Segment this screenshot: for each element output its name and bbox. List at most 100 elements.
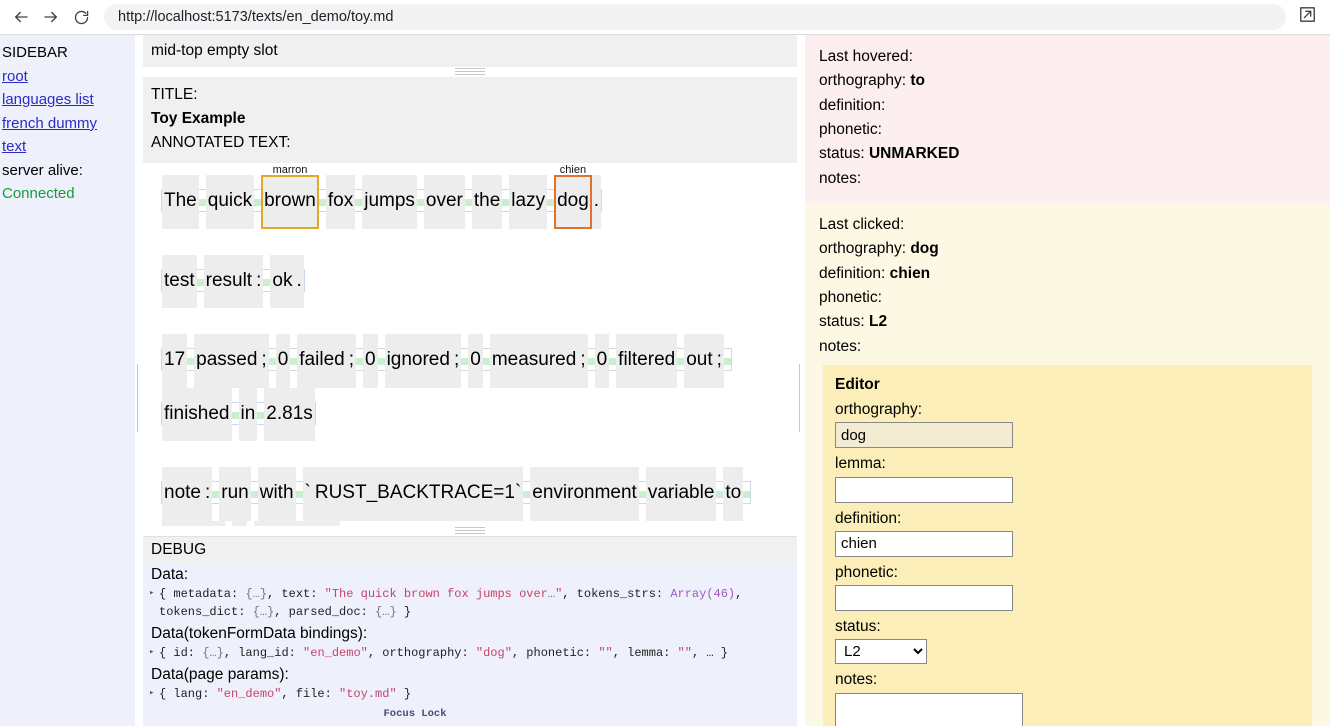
whitespace-token[interactable] (198, 199, 206, 207)
text-token[interactable]: with (257, 467, 296, 521)
whitespace-token[interactable] (290, 358, 298, 366)
whitespace-token[interactable] (254, 199, 262, 207)
text-token[interactable]: variable (645, 467, 717, 521)
text-token[interactable]: in (238, 387, 258, 442)
text-token[interactable]: failed (297, 334, 347, 388)
whitespace-token[interactable] (677, 358, 685, 366)
text-token[interactable]: finished (162, 387, 232, 442)
sidebar-link-text[interactable]: text (2, 135, 131, 159)
reload-button[interactable] (66, 3, 96, 31)
sidebar-link-languages-list[interactable]: languages list (2, 88, 131, 112)
whitespace-token[interactable] (743, 491, 751, 499)
editor-lemma-input[interactable] (835, 476, 1013, 503)
whitespace-token[interactable] (638, 491, 646, 499)
text-token[interactable]: the (471, 175, 503, 229)
text-token[interactable]: marronbraʊn brown (261, 163, 319, 229)
text-token[interactable]: ; (578, 334, 588, 388)
text-token[interactable]: ` (302, 467, 313, 521)
expand-triangle-icon[interactable]: ▸ (149, 685, 159, 702)
whitespace-token[interactable] (587, 358, 595, 366)
whitespace-token[interactable] (416, 199, 424, 207)
text-token[interactable]: 0 (468, 334, 483, 388)
text-token[interactable]: ok (270, 254, 295, 309)
expand-triangle-icon[interactable]: ▸ (149, 644, 159, 661)
editor-status-select[interactable]: UNMARKEDL1L2KNOWNIGNORED (835, 639, 927, 665)
text-token[interactable]: ; (259, 334, 269, 388)
editor-definition-input[interactable] (835, 530, 1013, 557)
whitespace-token[interactable] (716, 491, 724, 499)
text-token[interactable]: 0 (594, 334, 610, 388)
whitespace-token[interactable] (377, 358, 385, 366)
text-token[interactable]: jumps (362, 175, 417, 229)
text-token[interactable]: ; (714, 334, 724, 388)
text-token[interactable]: : (202, 467, 213, 521)
text-token[interactable]: to (723, 467, 744, 521)
text-token[interactable]: out (684, 334, 715, 388)
whitespace-token[interactable] (268, 358, 276, 366)
whitespace-token[interactable] (609, 358, 617, 366)
whitespace-token[interactable] (355, 358, 363, 366)
text-token[interactable]: quick (205, 175, 255, 229)
whitespace-token[interactable] (523, 491, 531, 499)
inspector-splitter[interactable] (797, 35, 805, 726)
whitespace-token[interactable] (295, 491, 303, 499)
text-token[interactable]: 2.81s (264, 387, 315, 442)
text-token[interactable]: note (162, 467, 203, 521)
text-token[interactable]: ; (346, 334, 356, 388)
back-button[interactable] (6, 3, 36, 31)
editor-notes-textarea[interactable] (835, 692, 1023, 726)
text-token[interactable]: ; (451, 334, 462, 388)
editor-orthography-input[interactable] (835, 422, 1013, 449)
text-token[interactable]: ignored (384, 334, 452, 388)
text-token[interactable]: fox (325, 175, 356, 229)
text-token[interactable]: result (203, 254, 255, 309)
text-token[interactable]: chien dog (554, 165, 592, 229)
whitespace-token[interactable] (263, 278, 271, 286)
text-token[interactable]: environment (530, 467, 639, 521)
text-token[interactable]: RUST_BACKTRACE=1` (312, 467, 524, 521)
whitespace-token[interactable] (196, 278, 204, 286)
text-token[interactable]: measured (489, 334, 579, 388)
open-in-new-window-button[interactable] (1290, 2, 1324, 32)
debug-object-row[interactable]: ▸{ metadata: {…}, text: "The quick brown… (143, 584, 797, 623)
whitespace-token[interactable] (250, 491, 258, 499)
sidebar-link-root[interactable]: root (2, 65, 131, 89)
expand-triangle-icon[interactable]: ▸ (149, 585, 159, 602)
forward-button[interactable] (36, 3, 66, 31)
whitespace-token[interactable] (482, 358, 490, 366)
text-token[interactable]: . (591, 175, 602, 229)
text-token[interactable]: run (219, 467, 251, 521)
text-token[interactable]: a (232, 520, 247, 526)
whitespace-token[interactable] (461, 358, 469, 366)
whitespace-token[interactable] (231, 411, 239, 419)
top-horizontal-splitter[interactable] (143, 67, 797, 77)
text-token[interactable]: 17 (162, 334, 188, 388)
bottom-horizontal-splitter[interactable] (143, 526, 797, 536)
whitespace-token[interactable] (212, 491, 220, 499)
text-token[interactable]: display (162, 520, 226, 526)
address-bar[interactable]: http://localhost:5173/texts/en_demo/toy.… (104, 4, 1286, 30)
text-token[interactable]: filtered (616, 334, 678, 388)
text-token[interactable]: lazy (509, 175, 548, 229)
text-token[interactable]: The (162, 175, 199, 229)
whitespace-token[interactable] (318, 199, 326, 207)
whitespace-token[interactable] (355, 199, 363, 207)
whitespace-token[interactable] (502, 199, 510, 207)
text-token[interactable]: . (294, 254, 304, 309)
debug-object-row[interactable]: ▸{ lang: "en_demo", file: "toy.md" } (143, 684, 797, 705)
text-token[interactable]: test (162, 254, 197, 309)
text-token[interactable]: : (254, 254, 264, 309)
whitespace-token[interactable] (187, 358, 195, 366)
text-token[interactable]: passed (194, 334, 260, 388)
text-token[interactable]: 0 (362, 334, 378, 388)
sidebar-link-french-dummy[interactable]: french dummy (2, 112, 131, 136)
whitespace-token[interactable] (723, 358, 731, 366)
editor-phonetic-input[interactable] (835, 585, 1013, 612)
whitespace-token[interactable] (547, 199, 555, 207)
text-token[interactable]: over (423, 175, 465, 229)
text-token[interactable]: backtrace (253, 520, 341, 526)
text-token[interactable]: 0 (275, 334, 291, 388)
whitespace-token[interactable] (257, 411, 265, 419)
debug-object-row[interactable]: ▸{ id: {…}, lang_id: "en_demo", orthogra… (143, 643, 797, 664)
whitespace-token[interactable] (464, 199, 472, 207)
